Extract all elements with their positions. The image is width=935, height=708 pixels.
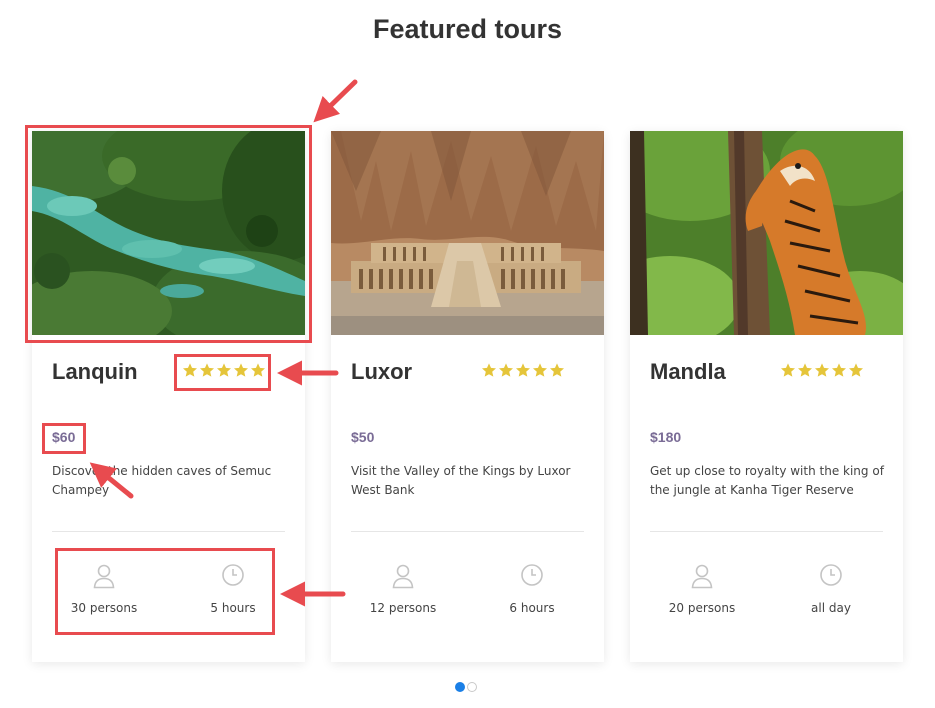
divider [650,531,883,532]
star-icon [234,363,248,377]
tour-price: $180 [650,429,682,445]
person-icon [93,564,115,589]
tour-card-lanquin[interactable]: Lanquin $60 Discover the hidden caves of… [32,131,305,662]
persons-label: 20 persons [668,601,736,615]
star-icon [183,363,197,377]
duration-label: 5 hours [210,601,256,615]
duration-info: 6 hours [477,563,587,615]
tour-price: $50 [351,429,375,445]
person-icon [691,564,713,589]
star-icon [499,363,513,377]
tour-description: Discover the hidden caves of Semuc Champ… [52,464,272,497]
persons-info: 20 persons [647,563,757,615]
persons-label: 12 persons [369,601,437,615]
star-icon [798,363,812,377]
arrow-to-image [313,79,358,123]
tour-card-mandla[interactable]: Mandla $180 Get up close to royalty with… [630,131,903,662]
star-icon [815,363,829,377]
carousel-dot-1[interactable] [455,682,465,692]
carousel-dot-2[interactable] [467,682,477,692]
tour-description: Get up close to royalty with the king of… [650,464,884,497]
rating-stars [481,362,565,378]
tour-card-luxor[interactable]: Luxor $50 Visit the Valley of the Kings … [331,131,604,662]
carousel-dots [455,682,477,692]
duration-info: all day [776,563,886,615]
persons-info: 30 persons [49,563,159,615]
star-icon [200,363,214,377]
tour-price: $60 [52,429,76,445]
clock-icon [521,564,543,586]
tour-image-luxor[interactable] [331,131,604,335]
star-icon [482,363,496,377]
divider [351,531,584,532]
star-icon [217,363,231,377]
tour-name[interactable]: Lanquin [52,359,138,385]
duration-info: 5 hours [178,563,288,615]
star-icon [849,363,863,377]
section-title: Featured tours [372,14,563,44]
tour-name[interactable]: Luxor [351,359,412,385]
tour-image-lanquin[interactable] [32,131,305,335]
rating-stars [182,362,266,378]
star-icon [516,363,530,377]
star-icon [550,363,564,377]
star-icon [533,363,547,377]
tour-image-mandla[interactable] [630,131,903,335]
duration-label: 6 hours [509,601,555,615]
rating-stars [780,362,864,378]
tour-description: Visit the Valley of the Kings by Luxor W… [351,464,571,497]
person-icon [392,564,414,589]
star-icon [251,363,265,377]
divider [52,531,285,532]
star-icon [781,363,795,377]
persons-label: 30 persons [70,601,138,615]
clock-icon [222,564,244,586]
star-icon [832,363,846,377]
tour-name[interactable]: Mandla [650,359,726,385]
duration-label: all day [811,601,851,615]
persons-info: 12 persons [348,563,458,615]
clock-icon [820,564,842,586]
